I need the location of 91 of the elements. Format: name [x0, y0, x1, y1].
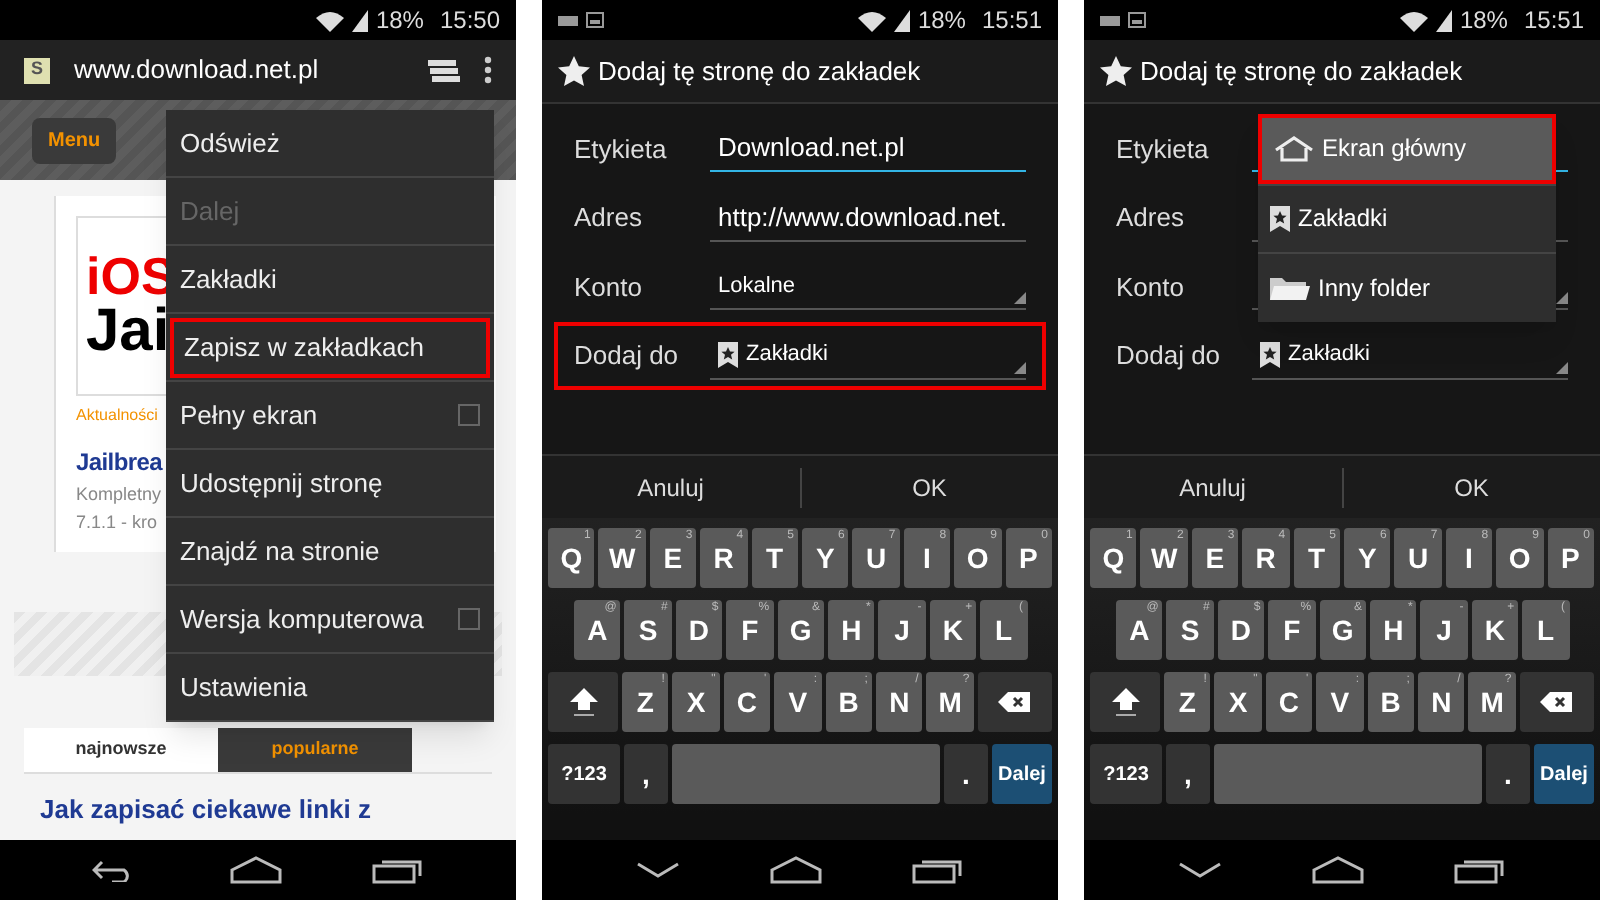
menu-button[interactable]: Menu [32, 117, 117, 163]
dropdown-option[interactable]: Inny folder [1258, 252, 1556, 321]
shift-key[interactable] [1111, 688, 1139, 716]
article-excerpt: 7.1.1 - kro [76, 510, 158, 536]
wifi-icon [315, 9, 344, 31]
menu-item[interactable]: Zapisz w zakładkach [170, 317, 490, 377]
folder-icon [1270, 274, 1310, 301]
article-title[interactable]: Jak zapisać ciekawe linki z [40, 790, 476, 829]
battery-level: 18% [375, 4, 424, 38]
signal-icon [893, 9, 910, 31]
image-icon [1128, 12, 1146, 28]
chevron-down-icon[interactable] [1177, 862, 1222, 878]
dialog-button[interactable]: OK [801, 467, 1058, 507]
article-title[interactable]: Jailbrea [76, 444, 162, 480]
field-label: Dodaj do [574, 338, 681, 374]
clock: 15:51 [981, 4, 1042, 38]
dropdown[interactable]: Zakładki [710, 331, 1026, 380]
dialog-title: Dodaj tę stronę do zakładek [598, 53, 921, 90]
field-label: Etykieta [574, 131, 669, 168]
field-label: Etykieta [1116, 131, 1211, 168]
menu-item[interactable]: Zakładki [170, 249, 490, 309]
dropdown-icon [1556, 361, 1568, 374]
home-icon[interactable] [229, 856, 282, 884]
checkbox[interactable] [458, 608, 480, 630]
home-icon[interactable] [1311, 856, 1364, 884]
home-icon[interactable] [769, 856, 822, 884]
keyboard-key[interactable]: Dalej [992, 744, 1052, 804]
chevron-down-icon[interactable] [635, 862, 680, 878]
favicon: S [24, 57, 50, 83]
image-caption: Jai [86, 302, 170, 362]
menu-item[interactable]: Ustawienia [170, 657, 490, 717]
wifi-icon [1399, 9, 1428, 31]
backspace-key[interactable] [1540, 692, 1573, 712]
clock: 15:51 [1523, 4, 1584, 38]
menu-item[interactable]: Udostępnij stronę [170, 453, 490, 513]
star-icon [558, 56, 590, 86]
image-icon [586, 12, 604, 28]
tab[interactable]: popularne [218, 728, 412, 772]
dialog-button[interactable]: Anuluj [1084, 467, 1343, 507]
battery-level: 18% [917, 4, 966, 38]
battery-level: 18% [1459, 4, 1508, 38]
notification-icon [1100, 13, 1120, 27]
dropdown-icon [1014, 292, 1026, 305]
menu-item[interactable]: Wersja komputerowa [170, 589, 490, 649]
field-label: Konto [574, 269, 644, 305]
keyboard-key[interactable]: , [1166, 744, 1210, 804]
recent-apps-icon[interactable] [371, 856, 424, 884]
field-label: Konto [1116, 269, 1186, 305]
article-excerpt: Kompletny [76, 482, 162, 508]
signal-icon [1435, 9, 1452, 31]
menu-item[interactable]: Pełny ekran [170, 385, 490, 445]
keyboard-key[interactable]: . [944, 744, 988, 804]
bookmark-icon [1270, 205, 1290, 232]
dialog-button[interactable]: OK [1343, 467, 1600, 507]
home-icon [1274, 135, 1314, 162]
input-field[interactable]: Download.net.pl [710, 124, 1026, 173]
field-label: Adres [574, 200, 644, 236]
menu-item[interactable]: Odśwież [170, 113, 490, 173]
article-category: Aktualności [76, 404, 158, 428]
dialog-button[interactable]: Anuluj [542, 467, 801, 507]
dropdown-option[interactable]: Zakładki [1258, 183, 1556, 252]
bookmark-icon [1260, 341, 1280, 368]
dropdown-icon [1014, 361, 1026, 374]
notification-icon [558, 13, 578, 27]
backspace-key[interactable] [998, 692, 1031, 712]
signal-icon [351, 9, 368, 31]
tab[interactable]: najnowsze [24, 728, 218, 772]
input-field[interactable]: http://www.download.net. [710, 193, 1026, 242]
url-field[interactable]: www.download.net.pl [74, 50, 404, 90]
star-icon [1100, 56, 1132, 86]
keyboard-key[interactable]: Dalej [1534, 744, 1594, 804]
keyboard-key[interactable]: . [1486, 744, 1530, 804]
checkbox[interactable] [458, 404, 480, 426]
keyboard-key[interactable]: , [624, 744, 668, 804]
tabs-icon[interactable] [428, 58, 460, 82]
shift-key[interactable] [569, 688, 597, 716]
menu-item[interactable]: Znajdź na stronie [170, 521, 490, 581]
dropdown[interactable]: Zakładki [1252, 331, 1568, 380]
keyboard-key[interactable]: ?123 [548, 744, 620, 804]
dialog-title: Dodaj tę stronę do zakładek [1140, 53, 1463, 90]
dropdown-option[interactable]: Ekran główny [1258, 114, 1556, 183]
recent-apps-icon[interactable] [1454, 856, 1507, 884]
field-label: Adres [1116, 200, 1186, 236]
field-label: Dodaj do [1116, 338, 1223, 374]
wifi-icon [857, 9, 886, 31]
keyboard-key[interactable]: ?123 [1090, 744, 1162, 804]
clock: 15:50 [439, 4, 500, 38]
bookmark-icon [718, 341, 738, 368]
dropdown[interactable]: Lokalne [710, 262, 1026, 311]
overflow-menu-icon[interactable] [484, 56, 492, 84]
recent-apps-icon[interactable] [912, 856, 965, 884]
